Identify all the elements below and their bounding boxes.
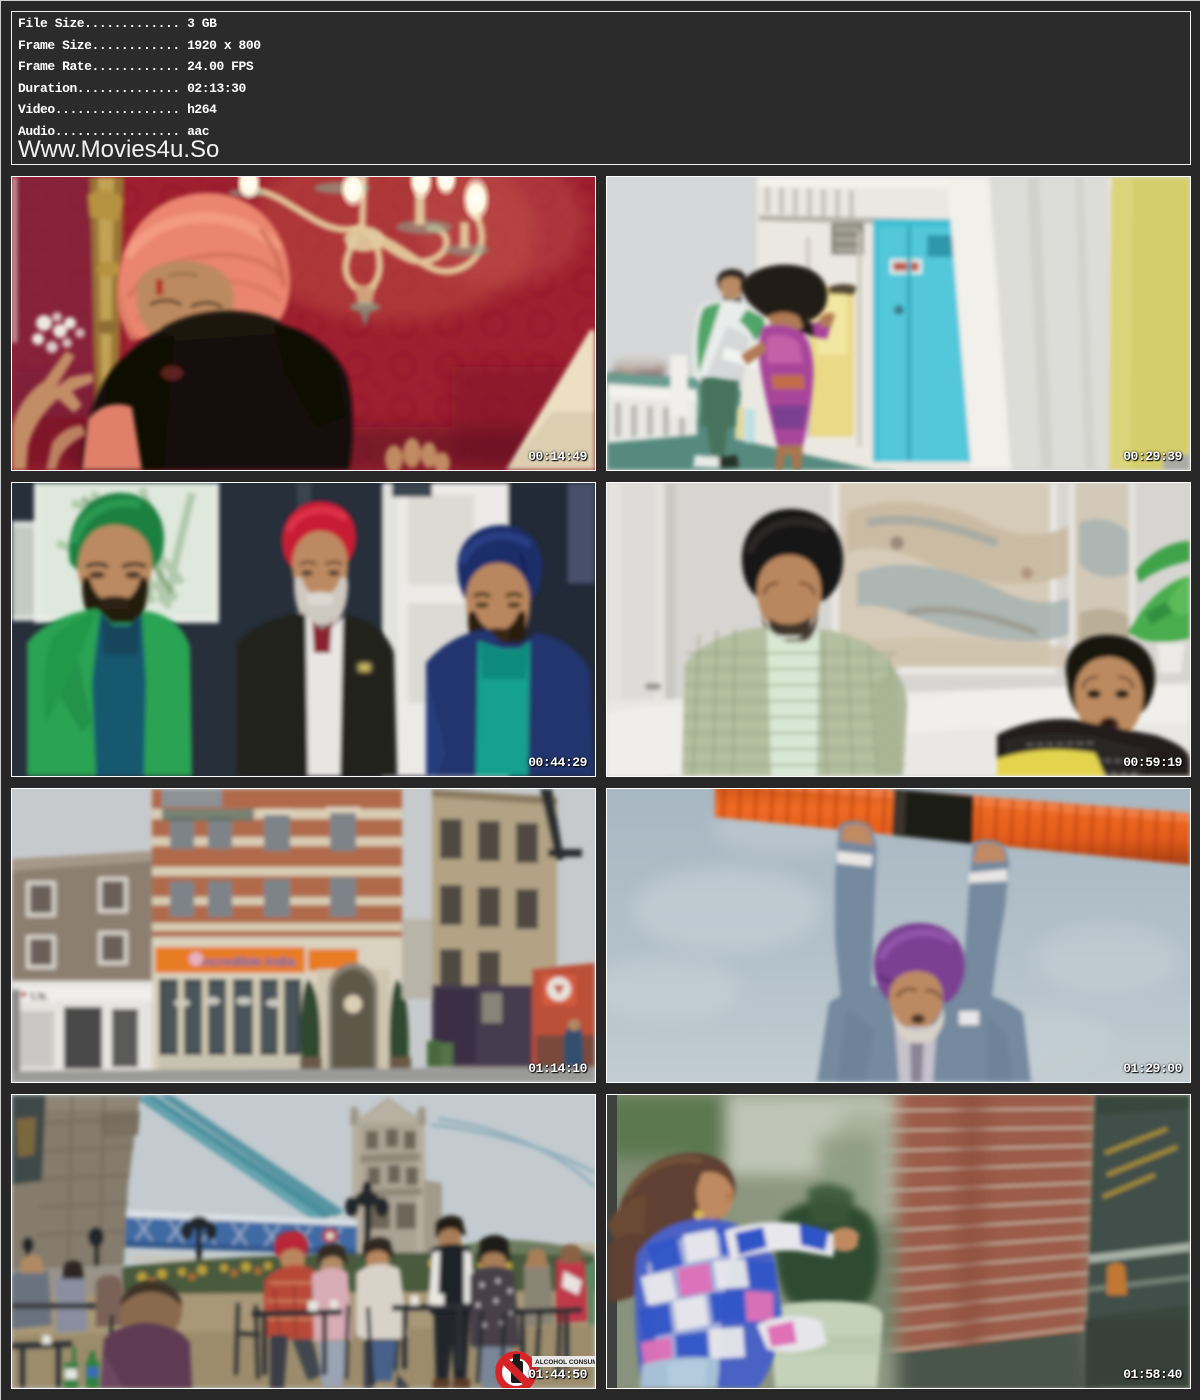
svg-text:UK: UK <box>30 989 49 1003</box>
svg-text:Incredible India: Incredible India <box>200 954 296 969</box>
svg-text:ALCOHOL CONSUMPTION IS INJ: ALCOHOL CONSUMPTION IS INJ <box>535 1359 595 1366</box>
